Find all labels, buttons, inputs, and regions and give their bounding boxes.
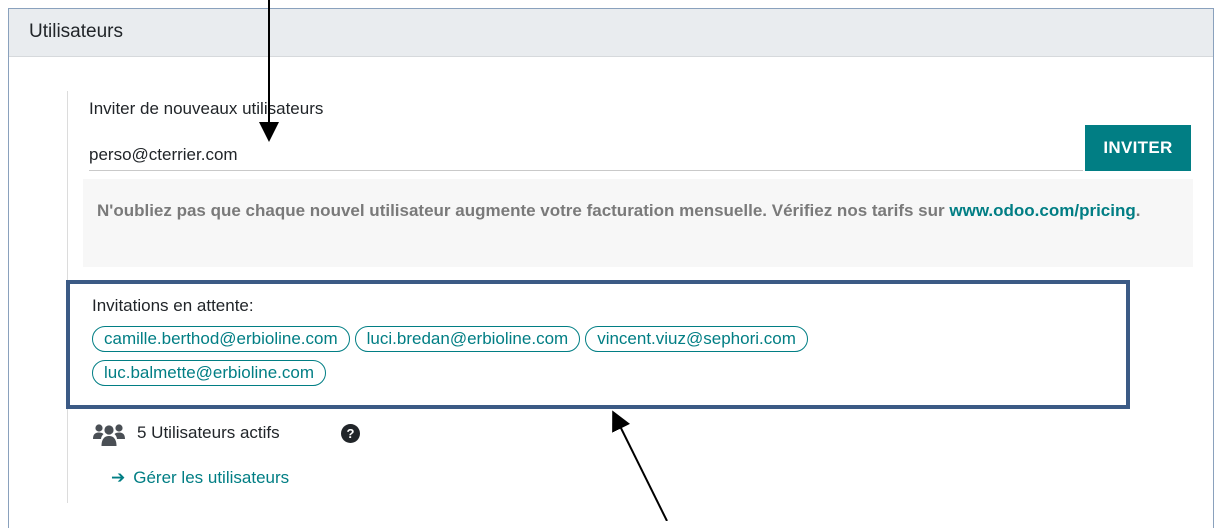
- billing-notice-text-block: N'oubliez pas que chaque nouvel utilisat…: [97, 195, 1177, 227]
- question-circle-icon[interactable]: ?: [341, 424, 360, 443]
- pending-invitation-badge[interactable]: camille.berthod@erbioline.com: [92, 326, 350, 352]
- notice-period: .: [1135, 201, 1141, 220]
- pending-invitation-badge[interactable]: luc.balmette@erbioline.com: [92, 360, 327, 386]
- active-users-count: 5 Utilisateurs actifs: [137, 423, 280, 442]
- pending-invitation-badge[interactable]: vincent.viuz@sephori.com: [585, 326, 808, 352]
- pending-invitations-list: camille.berthod@erbioline.com luci.bredan…: [92, 322, 1092, 390]
- invite-button[interactable]: INVITER: [1085, 125, 1191, 171]
- billing-notice: N'oubliez pas que chaque nouvel utilisat…: [83, 179, 1193, 267]
- arrow-right-icon: ➔: [111, 468, 126, 487]
- pending-invitations-label: Invitations en attente:: [92, 296, 254, 315]
- manage-users-label: Gérer les utilisateurs: [133, 468, 290, 487]
- manage-users-link[interactable]: ➔ Gérer les utilisateurs: [111, 468, 289, 488]
- billing-notice-text: N'oubliez pas que chaque nouvel utilisat…: [97, 201, 945, 220]
- invite-email-input[interactable]: [89, 139, 1083, 171]
- pending-invitations-highlight: Invitations en attente: camille.berthod@…: [66, 280, 1130, 409]
- section-header: Utilisateurs: [9, 9, 1213, 57]
- pricing-link[interactable]: www.odoo.com/pricing: [949, 201, 1135, 220]
- invite-users-label: Inviter de nouveaux utilisateurs: [89, 99, 324, 118]
- pending-invitation-badge[interactable]: luci.bredan@erbioline.com: [354, 326, 581, 352]
- users-settings-panel: Utilisateurs Inviter de nouveaux utilisa…: [8, 8, 1214, 528]
- section-title: Utilisateurs: [29, 21, 123, 42]
- users-icon: [93, 423, 125, 447]
